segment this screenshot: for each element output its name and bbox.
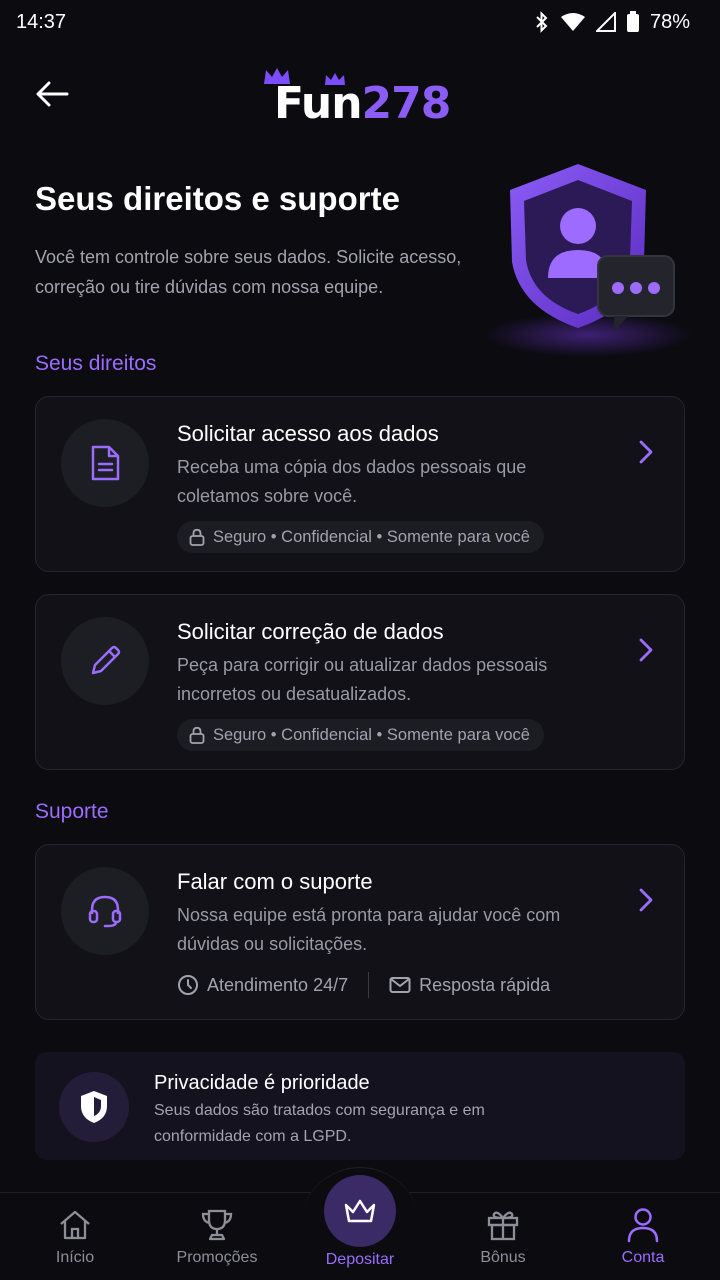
battery-percent: 78% bbox=[649, 10, 690, 33]
nav-item-inicio[interactable]: Início bbox=[3, 1193, 147, 1280]
card-title: Solicitar acesso aos dados bbox=[177, 421, 439, 446]
card-title: Solicitar correção de dados bbox=[177, 619, 444, 644]
support-meta: Atendimento 24/7 Resposta rápida bbox=[177, 972, 550, 998]
page-title: Seus direitos e suporte bbox=[35, 180, 400, 217]
support-hours-label: Atendimento 24/7 bbox=[207, 974, 349, 995]
nav-item-promocoes[interactable]: Promoções bbox=[145, 1193, 289, 1280]
deposit-button[interactable] bbox=[324, 1175, 396, 1247]
page-subtitle: Você tem controle sobre seus dados. Soli… bbox=[35, 247, 462, 297]
support-response: Resposta rápida bbox=[389, 975, 550, 996]
shield-user-chat-icon bbox=[483, 164, 693, 357]
logo: Fun278 bbox=[262, 66, 462, 130]
clock-icon bbox=[178, 975, 198, 995]
card-description: Nossa equipe está pronta para ajudar voc… bbox=[177, 905, 561, 954]
gift-icon bbox=[487, 1211, 519, 1241]
header: Fun278 bbox=[0, 56, 720, 136]
privacy-title: Privacidade é prioridade bbox=[154, 1072, 370, 1094]
status-icons: 78% bbox=[534, 11, 690, 34]
section-title-rights: Seus direitos bbox=[35, 352, 157, 375]
deposit-label[interactable]: Depositar bbox=[288, 1251, 432, 1269]
card-icon-circle bbox=[61, 419, 149, 507]
security-badge: Seguro • Confidencial • Somente para voc… bbox=[177, 521, 544, 553]
lock-icon bbox=[189, 528, 205, 546]
nav-label: Promoções bbox=[176, 1249, 258, 1266]
nav-label: Conta bbox=[621, 1249, 665, 1266]
crown-icon bbox=[344, 1199, 376, 1223]
cell-signal-icon bbox=[595, 12, 616, 32]
privacy-notice: Privacidade é prioridade Seus dados são … bbox=[35, 1052, 685, 1160]
nav-label: Bônus bbox=[480, 1249, 526, 1266]
contact-support-card[interactable]: Falar com o suporte Nossa equipe está pr… bbox=[35, 844, 685, 1020]
status-bar: 14:37 78% bbox=[0, 0, 720, 44]
divider bbox=[368, 972, 370, 998]
headset-icon bbox=[88, 895, 122, 928]
card-icon-circle bbox=[61, 617, 149, 705]
nav-item-bonus[interactable]: Bônus bbox=[431, 1193, 575, 1280]
lock-icon bbox=[189, 726, 205, 744]
chevron-right-icon bbox=[634, 437, 658, 467]
pencil-icon bbox=[91, 645, 121, 675]
privacy-icon-circle bbox=[59, 1072, 129, 1142]
home-icon bbox=[60, 1210, 90, 1240]
privacy-description: Seus dados são tratados com segurança e … bbox=[154, 1102, 485, 1145]
logo-text: Fun278 bbox=[274, 78, 451, 129]
nav-label: Início bbox=[55, 1249, 95, 1266]
arrow-left-icon bbox=[36, 81, 69, 107]
request-correction-card[interactable]: Solicitar correção de dados Peça para co… bbox=[35, 594, 685, 770]
card-title: Falar com o suporte bbox=[177, 869, 373, 894]
back-button[interactable] bbox=[28, 74, 76, 114]
card-icon-circle bbox=[61, 867, 149, 955]
battery-icon bbox=[626, 11, 639, 32]
security-badge-label: Seguro • Confidencial • Somente para voc… bbox=[213, 725, 530, 744]
nav-item-conta[interactable]: Conta bbox=[571, 1193, 715, 1280]
trophy-icon bbox=[201, 1209, 233, 1241]
shield-check-icon bbox=[81, 1091, 107, 1123]
chevron-right-icon bbox=[634, 885, 658, 915]
bottom-nav: Início Promoções Depositar Bônus Conta bbox=[0, 1167, 720, 1280]
security-badge: Seguro • Confidencial • Somente para voc… bbox=[177, 719, 544, 751]
security-badge-label: Seguro • Confidencial • Somente para voc… bbox=[213, 527, 530, 546]
bluetooth-icon bbox=[536, 11, 548, 33]
user-icon bbox=[627, 1208, 659, 1243]
support-response-label: Resposta rápida bbox=[419, 974, 551, 995]
card-description: Peça para corrigir ou atualizar dados pe… bbox=[177, 655, 548, 704]
document-icon bbox=[91, 445, 120, 481]
mail-icon bbox=[389, 977, 411, 993]
shield-illustration bbox=[478, 150, 698, 360]
card-description: Receba uma cópia dos dados pessoais que … bbox=[177, 457, 527, 506]
section-title-support: Suporte bbox=[35, 800, 109, 823]
wifi-icon bbox=[560, 13, 585, 31]
chevron-right-icon bbox=[634, 635, 658, 665]
support-hours: Atendimento 24/7 bbox=[177, 974, 348, 996]
request-access-card[interactable]: Solicitar acesso aos dados Receba uma có… bbox=[35, 396, 685, 572]
status-time: 14:37 bbox=[16, 10, 67, 33]
